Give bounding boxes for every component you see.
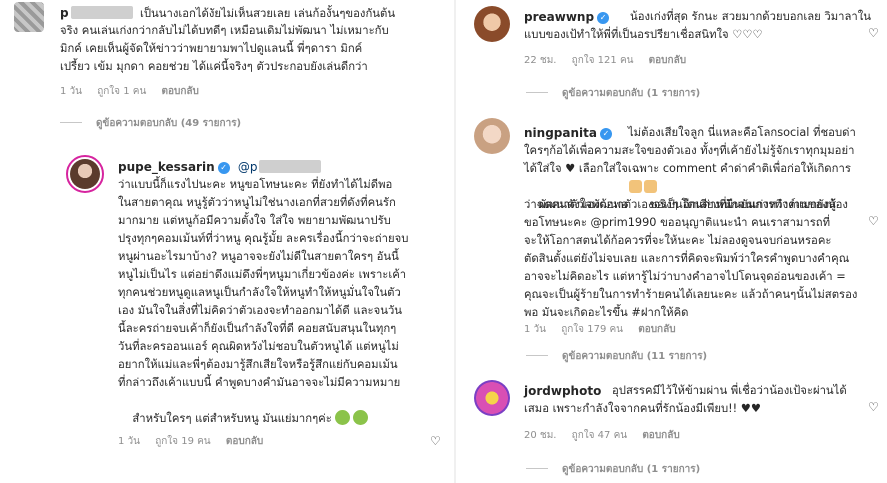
blurred-username (70, 6, 133, 19)
comment-text-line: แบบของเป้ทำให้พี่ที่เป็นอรปรียาเชื่อสนิท… (524, 28, 763, 41)
reply-username[interactable]: pupe_kessarin ✓ @p (118, 160, 322, 174)
reply-text-line: ในสายตาคุณ หนูรู้ตัวว่าหนูไม่ใช่นางเอกที… (118, 196, 396, 209)
comment-time[interactable]: 20 ชม. (524, 430, 556, 441)
verified-badge-icon: ✓ (597, 12, 610, 24)
comment-text-line: ตัดสินตั้งแต่ยังไม่จบเลย และการที่คิดจะพ… (524, 252, 850, 265)
like-heart-icon[interactable]: ♡ (868, 400, 879, 414)
reply-text-line: ที่กล่าวถึงเค้าแบบนี้ คำพูดบางคำมันอาจจะ… (118, 376, 401, 389)
crying-face-icon (352, 409, 368, 425)
dash-icon (526, 92, 548, 93)
comment-likes[interactable]: ถูกใจ 47 คน (572, 430, 627, 441)
comment-text-line: พอ มันจะเกิดอะไรขึ้น #ฝากให้คิด (524, 306, 689, 319)
comment-username[interactable]: jordwphoto (524, 384, 601, 398)
reply-text-line: ปรุงทุกๆคอมเม้นท์ที่ว่าหนู คุณรู้มั้ย ละ… (118, 232, 409, 245)
comment-text-line: น้องเก่งที่สุด รักนะ สวยมากด้วยบอกเลย วิ… (630, 10, 872, 23)
comment-text-line: เปรี้ยว เข้ม มุกดา คอยช่วย ได้แค่นี้จริง… (60, 60, 368, 73)
reply-text-line: เอง มันใจในสิ่งที่ไม่คิดว่าตัวเองจะทำออก… (118, 304, 403, 317)
view-replies-button[interactable]: ดูข้อความตอบกลับ (11 รายการ) (526, 349, 707, 364)
comment-meta: 20 ชม. ถูกใจ 47 คน ตอบกลับ (524, 428, 692, 443)
comment-text-line: เสมอ เพราะกำลังใจจากคนที่รักน้องมีเพียบ!… (524, 402, 762, 415)
reply-text-line: อยากให้แม่และพี่ๆต้องมารู้สึกเสียใจหรือร… (118, 358, 398, 371)
reply-button[interactable]: ตอบกลับ (642, 430, 679, 441)
comment-text-line: อุปสรรคมีไว้ให้ข้ามผ่าน พี่เชื่อว่าน้องเ… (612, 384, 847, 397)
comment-likes[interactable]: ถูกใจ 179 คน (561, 324, 623, 335)
raised-hands-icon (644, 180, 657, 193)
avatar-preawwnp[interactable] (474, 6, 510, 42)
comment-text-line: มิกค์ เคยเห็นผู้จัดให้ข่าวว่าพยายามพาไปด… (60, 42, 363, 55)
panel-divider (454, 0, 456, 483)
comment-text-line: เป็นนางเอกได้งัยไม่เห็นสวยเลย เล่นก้องั้… (140, 7, 396, 20)
mention-link[interactable]: @p (238, 160, 258, 174)
avatar-ningpanita[interactable] (474, 118, 510, 154)
comment-meta: 1 วัน ถูกใจ 179 คน ตอบกลับ (524, 322, 688, 337)
verified-badge-icon: ✓ (217, 162, 230, 174)
comment-meta: 22 ชม. ถูกใจ 121 คน ตอบกลับ (524, 53, 698, 68)
comment-username[interactable]: ningpanita ✓ (524, 126, 612, 140)
comment-username[interactable]: p (60, 6, 133, 20)
blurred-mention (259, 160, 322, 173)
like-heart-icon[interactable]: ♡ (868, 26, 879, 40)
reply-button[interactable]: ตอบกลับ (161, 86, 198, 97)
reply-text-line: นี้ละครถ่ายจบเค้าก็ยังเป็นกำลังใจที่ดี ค… (118, 322, 397, 335)
comment-text-line: ใครๆก้อได้เพื่อความสะใจของตัวเอง ทั้งๆที… (524, 144, 855, 157)
avatar-jordwphoto[interactable] (474, 380, 510, 416)
left-comment-panel: p เป็นนางเอกได้งัยไม่เห็นสวยเลย เล่นก้อง… (0, 0, 450, 483)
reply-text-line: วันที่ละครออนแอร์ คุณผิดหวังไม่ชอบในตัวห… (118, 340, 399, 353)
right-comment-panel: preawwnp ✓ น้องเก่งที่สุด รักนะ สวยมากด้ว… (460, 0, 887, 483)
reply-time[interactable]: 1 วัน (118, 436, 140, 447)
reply-text-line: มากมาย แต่หนูก้อมีความตั้งใจ ใส่ใจ พยายา… (118, 214, 391, 227)
reply-text-line: ว่าแบบนี้ก็แรงไปนะคะ หนูขอโทษนะคะ ที่ยัง… (118, 178, 393, 191)
comment-time[interactable]: 1 วัน (524, 324, 546, 335)
raised-hands-icon (629, 180, 642, 193)
view-replies-button[interactable]: ดูข้อความตอบกลับ (1 รายการ) (526, 462, 700, 477)
reply-likes[interactable]: ถูกใจ 19 คน (155, 436, 210, 447)
reply-meta: 1 วัน ถูกใจ 19 คน ตอบกลับ (118, 434, 275, 449)
avatar-pupe-kessarin[interactable] (66, 155, 104, 193)
reply-text-line: ทุกคนช่วยหนูดูแลหนูเป็นกำลังใจให้หนูทำให… (118, 286, 401, 299)
comment-meta: 1 วัน ถูกใจ 1 คน ตอบกลับ (60, 84, 211, 99)
comment-text-line: ไม่ต้องเสียใจลูก นี่แหละคือโลกsocial ที่… (628, 126, 856, 139)
comment-text-line: จริง คนเล่นเก่งกว่ากลับไม่ได้บทดีๆ เหมือ… (60, 24, 389, 37)
comment-time[interactable]: 1 วัน (60, 86, 82, 97)
reply-text-line: หนูผ่านอะไรมาบ้าง? หนูอาจจะยังไม่ดีในสาย… (118, 250, 399, 263)
reply-text-line: หนูไม่เป็นไร แต่อย่าดึงแม่ดึงพี่ๆหนูมาเก… (118, 268, 407, 281)
like-heart-icon[interactable]: ♡ (868, 214, 879, 228)
verified-badge-icon: ✓ (599, 128, 612, 140)
comment-text-line: จะให้โอกาสตนได้ก้อควรที่จะให้นะคะ ไม่ลอง… (524, 234, 832, 247)
comment-text-line: อาจจะไม่คิดอะไร แต่หารู้ไม่ว่าบางคำอาจไป… (524, 270, 846, 283)
dash-icon (526, 355, 548, 356)
reply-button[interactable]: ตอบกลับ (226, 436, 263, 447)
profile-photo (70, 159, 100, 189)
comment-text-line: คุณจะเป็นผู้ร้ายในการทำร้ายคนได้เลยนะคะ … (524, 288, 858, 301)
view-replies-button[interactable]: ดูข้อความตอบกลับ (49 รายการ) (60, 116, 241, 131)
blurred-avatar[interactable] (14, 2, 44, 32)
view-replies-button[interactable]: ดูข้อความตอบกลับ (1 รายการ) (526, 86, 700, 101)
crying-face-icon (334, 409, 350, 425)
comment-text-line: ขอโทษนะคะ @prim1990 ขออนุญาติแนะนำ คนเรา… (524, 216, 831, 229)
reply-button[interactable]: ตอบกลับ (638, 324, 675, 335)
comment-username[interactable]: preawwnp ✓ (524, 10, 610, 24)
comment-likes[interactable]: ถูกใจ 1 คน (97, 86, 146, 97)
comment-text-line: ว่าฉดคนดังใจพัฒนาตัวเองจริงๆ โดนด่าหนักจ… (524, 198, 836, 211)
comment-text-line: ได้ใส่ใจ ♥ เลือกใส่ใจเฉพาะ comment คำด่า… (524, 162, 851, 175)
dash-icon (60, 122, 82, 123)
comment-likes[interactable]: ถูกใจ 121 คน (572, 55, 634, 66)
comment-time[interactable]: 22 ชม. (524, 55, 556, 66)
like-heart-icon[interactable]: ♡ (430, 434, 441, 448)
dash-icon (526, 468, 548, 469)
reply-button[interactable]: ตอบกลับ (649, 55, 686, 66)
